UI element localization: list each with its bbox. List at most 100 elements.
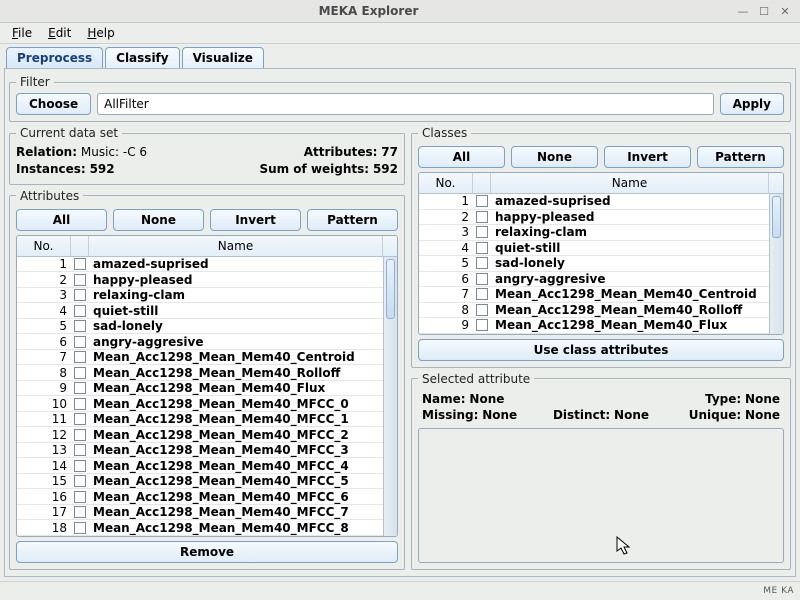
apply-button[interactable]: Apply: [720, 93, 784, 115]
table-row[interactable]: 14Mean_Acc1298_Mean_Mem40_MFCC_4: [17, 458, 383, 474]
row-checkbox[interactable]: [71, 382, 89, 394]
instances-value: 592: [90, 162, 115, 176]
table-row[interactable]: 9Mean_Acc1298_Mean_Mem40_Flux: [17, 381, 383, 397]
row-checkbox[interactable]: [473, 304, 491, 316]
row-checkbox[interactable]: [71, 320, 89, 332]
table-row[interactable]: 1amazed-suprised: [419, 194, 769, 210]
table-row[interactable]: 12Mean_Acc1298_Mean_Mem40_MFCC_2: [17, 427, 383, 443]
class-header-name[interactable]: Name: [491, 173, 769, 193]
table-row[interactable]: 17Mean_Acc1298_Mean_Mem40_MFCC_7: [17, 505, 383, 521]
dataset-legend: Current data set: [16, 126, 122, 140]
class-invert-button[interactable]: Invert: [604, 146, 691, 168]
row-checkbox[interactable]: [71, 258, 89, 270]
class-none-button[interactable]: None: [511, 146, 598, 168]
class-scrollbar[interactable]: [769, 194, 783, 334]
table-row[interactable]: 10Mean_Acc1298_Mean_Mem40_MFCC_0: [17, 396, 383, 412]
table-row[interactable]: 2happy-pleased: [17, 272, 383, 288]
tab-classify[interactable]: Classify: [105, 47, 179, 68]
table-row[interactable]: 8Mean_Acc1298_Mean_Mem40_Rolloff: [419, 303, 769, 319]
row-checkbox[interactable]: [71, 289, 89, 301]
row-checkbox[interactable]: [473, 226, 491, 238]
row-checkbox[interactable]: [71, 522, 89, 534]
remove-button[interactable]: Remove: [16, 541, 398, 563]
row-name: Mean_Acc1298_Mean_Mem40_MFCC_8: [89, 521, 383, 535]
table-row[interactable]: 16Mean_Acc1298_Mean_Mem40_MFCC_6: [17, 489, 383, 505]
row-checkbox[interactable]: [71, 506, 89, 518]
maximize-icon[interactable]: ☐: [755, 3, 773, 19]
menu-edit[interactable]: Edit: [40, 24, 79, 42]
table-row[interactable]: 4quiet-still: [17, 303, 383, 319]
tabs: Preprocess Classify Visualize: [4, 46, 796, 68]
class-header-check[interactable]: [473, 173, 491, 193]
menu-help[interactable]: Help: [79, 24, 122, 42]
table-row[interactable]: 8Mean_Acc1298_Mean_Mem40_Rolloff: [17, 365, 383, 381]
row-checkbox[interactable]: [71, 429, 89, 441]
row-checkbox[interactable]: [473, 195, 491, 207]
filter-group: Filter Choose AllFilter Apply: [9, 75, 791, 122]
row-checkbox[interactable]: [71, 398, 89, 410]
attr-header-name[interactable]: Name: [89, 236, 383, 256]
menu-file[interactable]: File: [4, 24, 40, 42]
table-row[interactable]: 13Mean_Acc1298_Mean_Mem40_MFCC_3: [17, 443, 383, 459]
class-pattern-button[interactable]: Pattern: [697, 146, 784, 168]
row-name: angry-aggresive: [89, 335, 383, 349]
row-checkbox[interactable]: [473, 319, 491, 331]
table-row[interactable]: 4quiet-still: [419, 241, 769, 257]
table-row[interactable]: 18Mean_Acc1298_Mean_Mem40_MFCC_8: [17, 520, 383, 536]
table-row[interactable]: 3relaxing-clam: [17, 288, 383, 304]
row-checkbox[interactable]: [71, 491, 89, 503]
tab-visualize[interactable]: Visualize: [182, 47, 264, 68]
tab-preprocess[interactable]: Preprocess: [6, 47, 103, 68]
row-name: relaxing-clam: [89, 288, 383, 302]
table-row[interactable]: 9Mean_Acc1298_Mean_Mem40_Flux: [419, 318, 769, 334]
row-number: 4: [419, 241, 473, 255]
attr-pattern-button[interactable]: Pattern: [307, 209, 398, 231]
row-name: Mean_Acc1298_Mean_Mem40_Flux: [491, 318, 769, 332]
row-checkbox[interactable]: [71, 444, 89, 456]
filter-value[interactable]: AllFilter: [97, 93, 713, 115]
statusbar: ME KA: [0, 581, 800, 600]
weights-value: 592: [373, 162, 398, 176]
attr-header-no[interactable]: No.: [17, 236, 71, 256]
class-header-no[interactable]: No.: [419, 173, 473, 193]
attr-all-button[interactable]: All: [16, 209, 107, 231]
table-row[interactable]: 1amazed-suprised: [17, 257, 383, 273]
row-checkbox[interactable]: [71, 274, 89, 286]
row-name: Mean_Acc1298_Mean_Mem40_Flux: [89, 381, 383, 395]
choose-button[interactable]: Choose: [16, 93, 91, 115]
row-checkbox[interactable]: [473, 288, 491, 300]
row-checkbox[interactable]: [71, 367, 89, 379]
row-name: happy-pleased: [89, 273, 383, 287]
attr-invert-button[interactable]: Invert: [210, 209, 301, 231]
attr-header-check[interactable]: [71, 236, 89, 256]
class-all-button[interactable]: All: [418, 146, 505, 168]
row-checkbox[interactable]: [71, 336, 89, 348]
minimize-icon[interactable]: —: [734, 3, 752, 19]
table-row[interactable]: 6angry-aggresive: [17, 334, 383, 350]
attr-none-button[interactable]: None: [113, 209, 204, 231]
table-row[interactable]: 7Mean_Acc1298_Mean_Mem40_Centroid: [17, 350, 383, 366]
row-checkbox[interactable]: [71, 305, 89, 317]
table-row[interactable]: 3relaxing-clam: [419, 225, 769, 241]
attrs-label: Attributes:: [304, 145, 378, 159]
table-row[interactable]: 15Mean_Acc1298_Mean_Mem40_MFCC_5: [17, 474, 383, 490]
row-checkbox[interactable]: [473, 273, 491, 285]
row-name: Mean_Acc1298_Mean_Mem40_Centroid: [491, 287, 769, 301]
row-checkbox[interactable]: [71, 475, 89, 487]
table-row[interactable]: 2happy-pleased: [419, 210, 769, 226]
row-checkbox[interactable]: [473, 211, 491, 223]
table-row[interactable]: 6angry-aggresive: [419, 272, 769, 288]
table-row[interactable]: 5sad-lonely: [419, 256, 769, 272]
sel-missing-label: Missing:: [422, 408, 478, 422]
row-checkbox[interactable]: [71, 351, 89, 363]
table-row[interactable]: 7Mean_Acc1298_Mean_Mem40_Centroid: [419, 287, 769, 303]
row-checkbox[interactable]: [71, 460, 89, 472]
row-checkbox[interactable]: [473, 257, 491, 269]
attr-scrollbar[interactable]: [383, 257, 397, 536]
table-row[interactable]: 5sad-lonely: [17, 319, 383, 335]
row-checkbox[interactable]: [473, 242, 491, 254]
use-class-button[interactable]: Use class attributes: [418, 339, 784, 361]
table-row[interactable]: 11Mean_Acc1298_Mean_Mem40_MFCC_1: [17, 412, 383, 428]
close-icon[interactable]: ✕: [776, 3, 794, 19]
row-checkbox[interactable]: [71, 413, 89, 425]
